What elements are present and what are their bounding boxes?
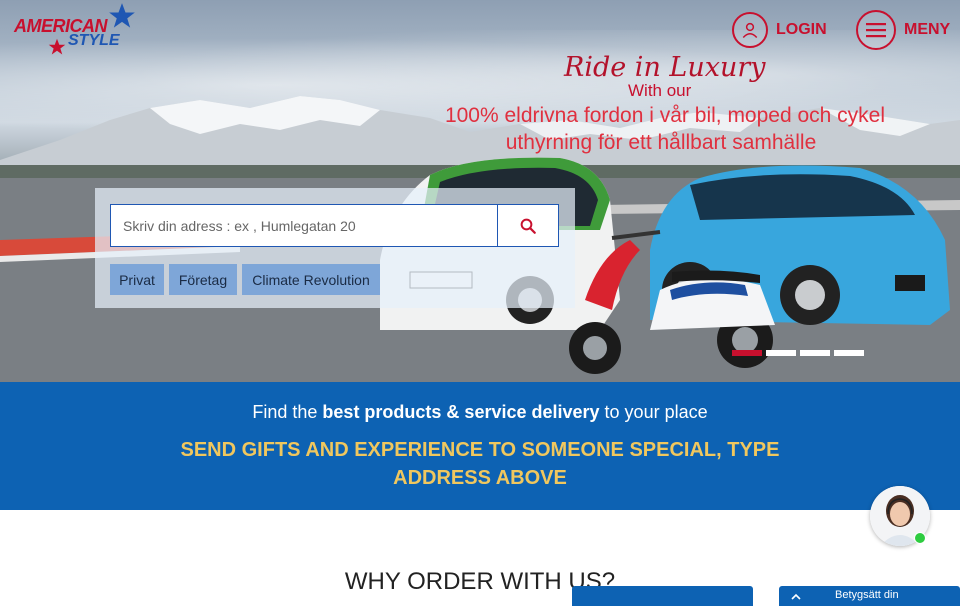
promo-headline-post: to your place	[599, 402, 708, 422]
promo-headline-pre: Find the	[252, 402, 323, 422]
category-privat[interactable]: Privat	[110, 264, 164, 295]
hero-banner: AMERICAN STYLE LOGIN MENY Ride in Luxury…	[0, 0, 960, 382]
chat-widget-tab[interactable]	[572, 586, 753, 606]
american-style-logo[interactable]: AMERICAN STYLE	[12, 3, 135, 58]
promo-subheadline: SEND GIFTS AND EXPERIENCE TO SOMEONE SPE…	[180, 439, 780, 489]
chevron-up-icon	[791, 593, 801, 600]
tagline-line-2: uthyrning för ett hållbart samhälle	[505, 131, 817, 154]
blue-star-icon	[109, 3, 135, 28]
login-button[interactable]: LOGIN	[732, 10, 827, 50]
carousel-dot[interactable]	[800, 350, 830, 356]
category-foretag[interactable]: Företag	[169, 264, 237, 295]
online-status-indicator	[914, 532, 926, 544]
search-button[interactable]	[498, 204, 559, 247]
rating-widget-tab[interactable]: Betygsätt din	[779, 586, 960, 606]
user-icon	[732, 12, 768, 48]
address-search-panel: Privat Företag Climate Revolution	[95, 188, 575, 308]
promo-band: Find the best products & service deliver…	[0, 382, 960, 510]
red-star-icon	[48, 38, 66, 55]
menu-label: MENY	[904, 21, 951, 38]
category-climate-revolution[interactable]: Climate Revolution	[242, 264, 380, 295]
rating-widget-label: Betygsätt din	[835, 589, 899, 601]
tagline-subtitle: With our	[628, 81, 692, 100]
login-label: LOGIN	[776, 21, 827, 38]
logo-text-style: STYLE	[68, 32, 120, 49]
carousel-dot[interactable]	[834, 350, 864, 356]
promo-headline-bold: best products & service delivery	[322, 402, 600, 422]
carousel-indicators	[732, 350, 864, 356]
hamburger-icon	[856, 10, 896, 50]
tagline-title: Ride in Luxury	[564, 52, 766, 83]
carousel-dot[interactable]	[732, 350, 762, 356]
tagline-line-1: 100% eldrivna fordon i vår bil, moped oc…	[444, 104, 886, 127]
address-search-input[interactable]	[110, 204, 498, 247]
menu-button[interactable]: MENY	[856, 10, 950, 50]
carousel-dot[interactable]	[766, 350, 796, 356]
promo-headline: Find the best products & service deliver…	[0, 402, 960, 423]
search-icon	[520, 218, 536, 234]
